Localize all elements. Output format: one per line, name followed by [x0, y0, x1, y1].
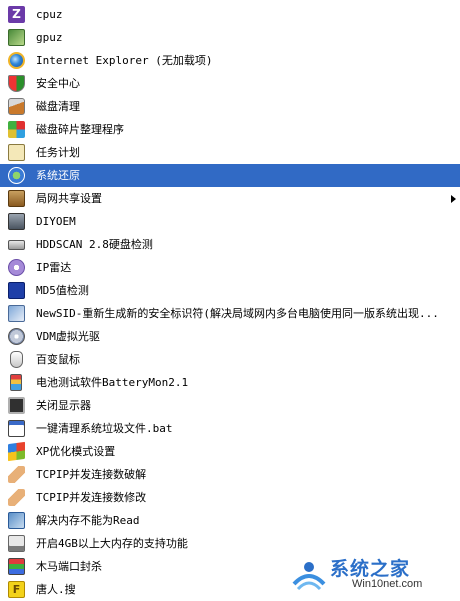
watermark-url: Win10net.com: [352, 578, 423, 590]
menu-item[interactable]: Zcpuz: [0, 3, 460, 26]
trojan-port-icon: [8, 558, 25, 575]
menu-item-label: DIYOEM: [36, 215, 76, 228]
menu-item-label: XP优化模式设置: [36, 445, 116, 458]
lan-share-settings-icon: [8, 190, 25, 207]
bandage-icon: [8, 466, 25, 483]
menu-item[interactable]: MD5值检测: [0, 279, 460, 302]
menu-item-label: NewSID-重新生成新的安全标识符(解决局域网内多台电脑使用同一版系统出现..…: [36, 307, 439, 320]
security-center-shield-icon: [8, 75, 25, 92]
menu-item-label: 百变鼠标: [36, 353, 80, 366]
mouse-icon: [10, 351, 23, 368]
menu-item[interactable]: 解决内存不能为Read: [0, 509, 460, 532]
watermark-title: 系统之家: [330, 558, 411, 580]
ip-radar-icon: [8, 259, 25, 276]
menu-item[interactable]: 任务计划: [0, 141, 460, 164]
menu-item[interactable]: 百变鼠标: [0, 348, 460, 371]
menu-item[interactable]: Internet Explorer (无加载项): [0, 49, 460, 72]
large-memory-icon: [8, 535, 25, 552]
menu-item-label: 安全中心: [36, 77, 80, 90]
menu-item-label: gpuz: [36, 31, 63, 44]
menu-item[interactable]: TCPIP并发连接数破解: [0, 463, 460, 486]
menu-item[interactable]: 关闭显示器: [0, 394, 460, 417]
menu-item-label: 磁盘碎片整理程序: [36, 123, 124, 136]
menu-item[interactable]: HDDSCAN 2.8硬盘检测: [0, 233, 460, 256]
disk-cleanup-icon: [8, 98, 25, 115]
menu-item[interactable]: TCPIP并发连接数修改: [0, 486, 460, 509]
batch-file-icon: [8, 420, 25, 437]
monitor-icon: [8, 397, 25, 414]
menu-item-label: HDDSCAN 2.8硬盘检测: [36, 238, 153, 251]
start-menu-list: Zcpuz gpuz Internet Explorer (无加载项) 安全中心磁盘清…: [0, 3, 460, 601]
battery-icon: [10, 374, 22, 391]
menu-item[interactable]: 系统还原: [0, 164, 460, 187]
menu-item[interactable]: 安全中心: [0, 72, 460, 95]
menu-item-label: 局网共享设置: [36, 192, 102, 205]
tangren-search-icon: F: [8, 581, 25, 598]
menu-item-label: 解决内存不能为Read: [36, 514, 140, 527]
menu-item-label: VDM虚拟光驱: [36, 330, 100, 343]
cpuz-icon: Z: [8, 6, 25, 23]
watermark-logo-icon: [292, 562, 326, 591]
menu-item[interactable]: DIYOEM: [0, 210, 460, 233]
virtual-cd-drive-icon: [8, 328, 25, 345]
menu-item[interactable]: 磁盘碎片整理程序: [0, 118, 460, 141]
disk-defragmenter-icon: [8, 121, 25, 138]
menu-item[interactable]: gpuz: [0, 26, 460, 49]
menu-item[interactable]: NewSID-重新生成新的安全标识符(解决局域网内多台电脑使用同一版系统出现..…: [0, 302, 460, 325]
menu-item[interactable]: 磁盘清理: [0, 95, 460, 118]
menu-item-label: 关闭显示器: [36, 399, 91, 412]
menu-item-label: cpuz: [36, 8, 63, 21]
md5-check-icon: [8, 282, 25, 299]
menu-item-label: 电池测试软件BatteryMon2.1: [36, 376, 189, 389]
system-restore-icon: [8, 167, 25, 184]
internet-explorer-icon: [8, 52, 25, 69]
hard-disk-icon: [8, 240, 25, 250]
watermark: 系统之家 Win10net.com: [286, 552, 454, 596]
menu-item-label: MD5值检测: [36, 284, 89, 297]
menu-item-label: TCPIP并发连接数修改: [36, 491, 147, 504]
diyoem-icon: [8, 213, 25, 230]
menu-item-label: TCPIP并发连接数破解: [36, 468, 147, 481]
menu-item[interactable]: IP雷达: [0, 256, 460, 279]
menu-item[interactable]: 局网共享设置: [0, 187, 460, 210]
menu-item[interactable]: 一键清理系统垃圾文件.bat: [0, 417, 460, 440]
newsid-icon: [8, 305, 25, 322]
menu-item[interactable]: XP优化模式设置: [0, 440, 460, 463]
menu-item[interactable]: 电池测试软件BatteryMon2.1: [0, 371, 460, 394]
menu-item[interactable]: VDM虚拟光驱: [0, 325, 460, 348]
menu-item-label: 磁盘清理: [36, 100, 80, 113]
bandage-icon: [8, 489, 25, 506]
windows-xp-icon: [8, 441, 25, 462]
menu-item-label: IP雷达: [36, 261, 72, 274]
menu-item-label: 系统还原: [36, 169, 80, 182]
menu-item-label: 一键清理系统垃圾文件.bat: [36, 422, 173, 435]
scheduled-tasks-icon: [8, 144, 25, 161]
menu-item-label: 木马端口封杀: [36, 560, 102, 573]
menu-item-label: 唐人.搜: [36, 583, 76, 596]
menu-item-label: 任务计划: [36, 146, 80, 159]
submenu-arrow-icon: [451, 195, 456, 203]
menu-item-label: Internet Explorer (无加载项): [36, 54, 213, 67]
memory-fix-icon: [8, 512, 25, 529]
menu-item-label: 开启4GB以上大内存的支持功能: [36, 537, 188, 550]
gpuz-icon: [8, 29, 25, 46]
